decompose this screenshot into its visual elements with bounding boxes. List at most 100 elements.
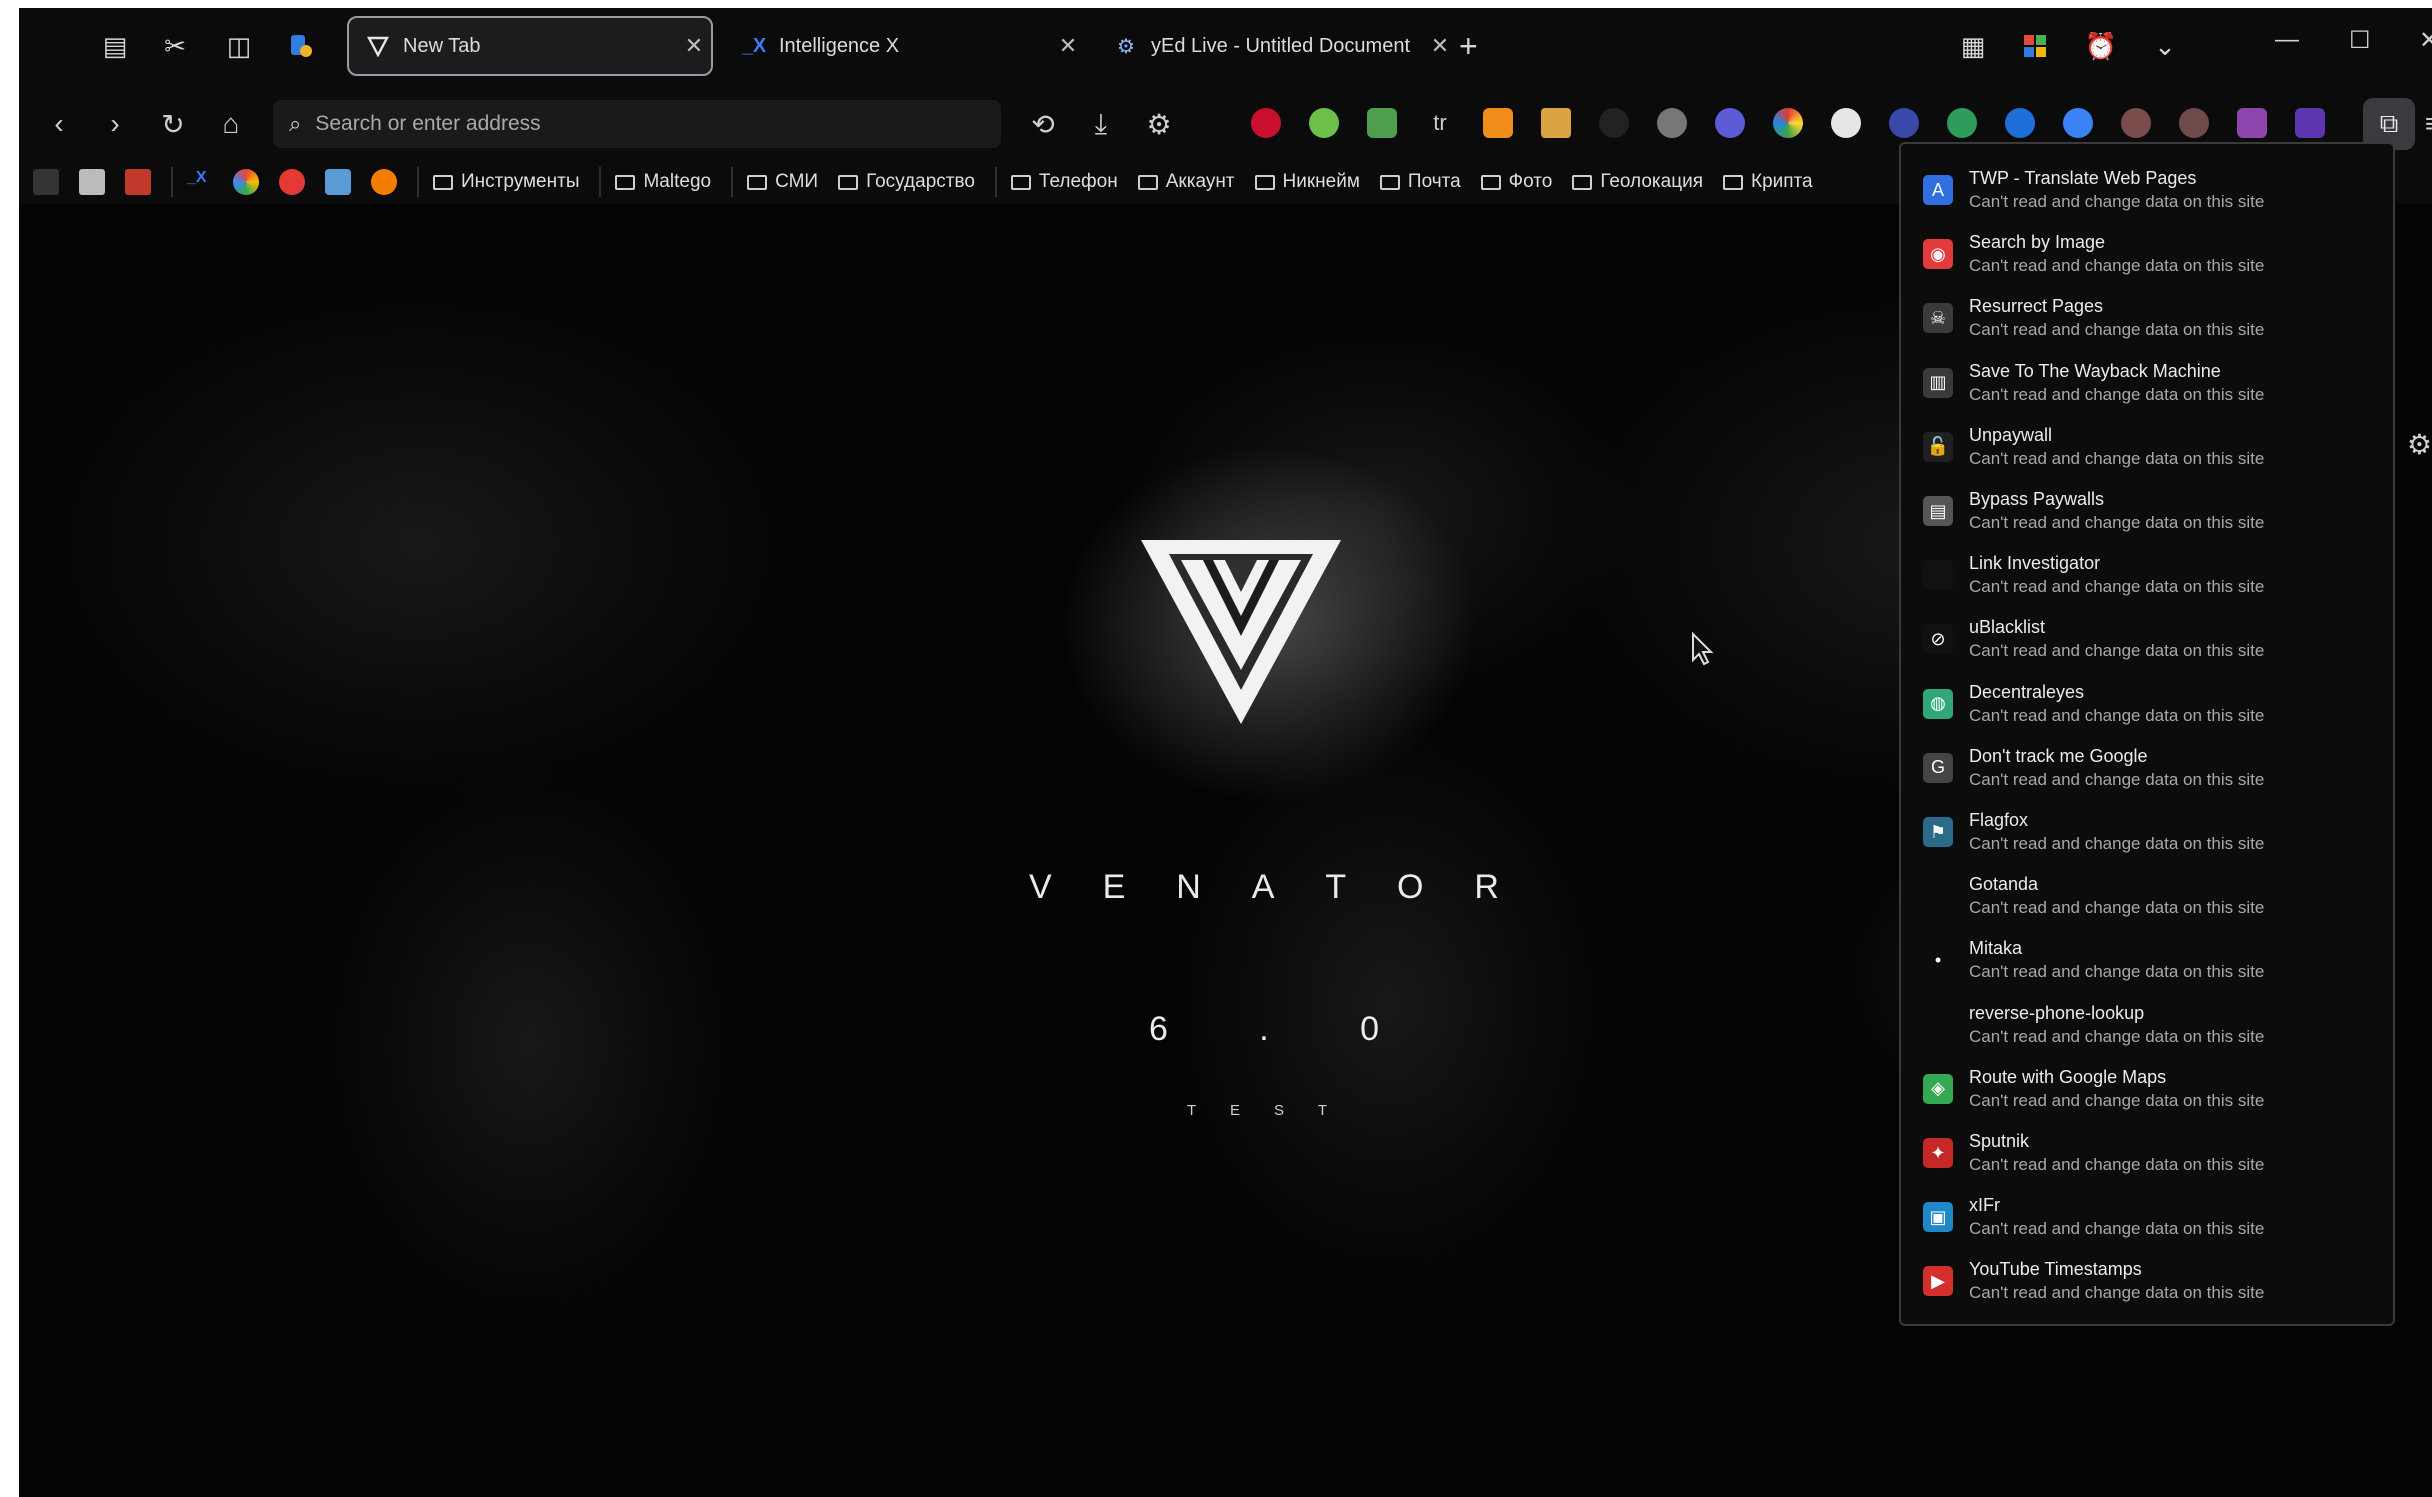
extension-sheets-icon[interactable] [1367, 108, 1397, 138]
bookmark-folder[interactable]: Инструменты [433, 171, 579, 193]
extension-item[interactable]: ▥ Save To The Wayback Machine Can't read a… [1901, 351, 2393, 415]
folder-label: Никнейм [1282, 171, 1360, 192]
extension-name: Resurrect Pages [1969, 296, 2104, 317]
bookmark-duckduckgo-icon[interactable] [371, 169, 397, 195]
alarm-clock-icon[interactable]: ⏰ [2081, 26, 2121, 66]
extension-item[interactable]: Link Investigator Can't read and change d… [1901, 543, 2393, 607]
extension-purple-ring-icon[interactable] [1715, 108, 1745, 138]
page-settings-gear-icon[interactable]: ⚙ [2407, 428, 2432, 461]
bookmark-folder[interactable]: Maltego [615, 171, 711, 193]
extension-item[interactable]: A TWP - Translate Web Pages Can't read and… [1901, 158, 2393, 222]
tab-yed-live[interactable]: ⚙ yEd Live - Untitled Document ✕ [1097, 16, 1457, 76]
hamburger-menu-icon[interactable]: ≡ [2413, 104, 2432, 144]
extension-blue-check-icon[interactable] [2005, 108, 2035, 138]
bing-copilot-icon[interactable] [281, 26, 321, 66]
extension-green-swirl-icon[interactable] [1309, 108, 1339, 138]
tab-new-tab[interactable]: New Tab ✕ [347, 16, 713, 76]
bookmark-yandex-icon[interactable] [279, 169, 305, 195]
extension-item[interactable]: ◈ Route with Google Maps Can't read and ch… [1901, 1057, 2393, 1121]
extension-item[interactable]: ▤ Bypass Paywalls Can't read and change da… [1901, 479, 2393, 543]
bookmark-intelx-icon[interactable]: _X [187, 169, 213, 195]
extension-item[interactable]: ▶ YouTube Timestamps Can't read and change… [1901, 1249, 2393, 1313]
extension-badge-icon[interactable] [2121, 108, 2151, 138]
extension-dark-icon[interactable] [1599, 108, 1629, 138]
bookmark-folder[interactable]: СМИ [747, 171, 818, 193]
extension-color-wheel-icon[interactable] [1773, 108, 1803, 138]
extension-item[interactable]: Gotanda Can't read and change data on thi… [1901, 864, 2393, 928]
extension-permission: Can't read and change data on this site [1969, 577, 2265, 597]
extension-item[interactable]: ⚑ Flagfox Can't read and change data on th… [1901, 800, 2393, 864]
bookmark-folder[interactable]: Никнейм [1254, 171, 1360, 193]
extension-item[interactable]: ☠ Resurrect Pages Can't read and change da… [1901, 286, 2393, 350]
minimize-icon[interactable]: — [2275, 26, 2299, 54]
extension-item[interactable]: ✦ Sputnik Can't read and change data on th… [1901, 1121, 2393, 1185]
bookmark-folder[interactable]: Геолокация [1572, 171, 1703, 193]
back-arrow-icon[interactable]: ‹ [39, 104, 79, 144]
bookmark-folder[interactable]: Крипта [1723, 171, 1813, 193]
extension-gray-icon[interactable] [1657, 108, 1687, 138]
extension-item[interactable]: G Don't track me Google Can't read and cha… [1901, 736, 2393, 800]
bookmark-folder[interactable]: Государство [838, 171, 975, 193]
close-tab-icon[interactable]: ✕ [677, 33, 711, 59]
extension-item[interactable]: ◉ Search by Image Can't read and change da… [1901, 222, 2393, 286]
forward-arrow-icon[interactable]: › [95, 104, 135, 144]
extension-name: Unpaywall [1969, 424, 2053, 445]
bookmark-folder[interactable]: Почта [1379, 171, 1461, 193]
bookmark-folder[interactable]: Фото [1480, 171, 1553, 193]
scissors-icon[interactable]: ✂ [155, 26, 195, 66]
extension-cluster-icon[interactable] [2179, 108, 2209, 138]
tab-title: New Tab [403, 34, 481, 57]
extension-funnel-icon[interactable] [1541, 108, 1571, 138]
close-tab-icon[interactable]: ✕ [1423, 33, 1457, 59]
new-tab-button[interactable]: + [1459, 28, 1478, 65]
extension-cube-icon[interactable] [2237, 108, 2267, 138]
ublock-origin-icon[interactable] [1251, 108, 1281, 138]
folder-icon [747, 174, 768, 190]
windows-grid-icon[interactable] [2015, 26, 2055, 66]
close-tab-icon[interactable]: ✕ [1051, 33, 1085, 59]
bookmark-google-icon[interactable] [233, 169, 259, 195]
folder-label: Геолокация [1600, 171, 1704, 192]
address-bar[interactable]: ⌕ [273, 100, 1001, 148]
close-window-icon[interactable]: ✕ [2419, 26, 2432, 55]
extension-text: Link Investigator Can't read and change d… [1969, 551, 2264, 599]
reload-icon[interactable]: ↻ [153, 104, 193, 144]
extension-blue-chevron-icon[interactable] [2063, 108, 2093, 138]
tab-intelligence-x[interactable]: _X Intelligence X ✕ [725, 16, 1085, 76]
folder-label: Фото [1508, 171, 1553, 192]
extension-item[interactable]: ◍ Decentraleyes Can't read and change data… [1901, 672, 2393, 736]
chevron-down-icon[interactable]: ⌄ [2145, 26, 2185, 66]
address-input[interactable] [313, 111, 1001, 137]
history-icon[interactable]: ⟲ [1023, 104, 1063, 144]
extension-bucket-icon[interactable] [1483, 108, 1513, 138]
extension-blue-red-icon[interactable] [1889, 108, 1919, 138]
apps-grid-icon[interactable]: ▦ [1953, 26, 1993, 66]
menu-list-icon[interactable]: ▤ [95, 26, 135, 66]
extension-item[interactable]: reverse-phone-lookup Can't read and chang… [1901, 993, 2393, 1057]
extension-green-globe-icon[interactable] [1947, 108, 1977, 138]
bookmark-folder[interactable]: Аккаунт [1137, 171, 1235, 193]
extension-text: Decentraleyes Can't read and change data … [1969, 680, 2264, 728]
translate-icon: A [1923, 175, 1953, 205]
bookmark-folder[interactable]: Телефон [1010, 171, 1118, 193]
settings-gear-icon[interactable]: ⚙ [1139, 104, 1179, 144]
sidebar-icon[interactable]: ◫ [219, 26, 259, 66]
extension-item[interactable]: 🔓 Unpaywall Can't read and change data on … [1901, 415, 2393, 479]
extension-text: Gotanda Can't read and change data on thi… [1969, 872, 2264, 920]
extension-ip-icon[interactable] [1831, 108, 1861, 138]
home-icon[interactable]: ⌂ [211, 104, 251, 144]
bookmark-mail-icon[interactable] [325, 169, 351, 195]
extension-item[interactable]: • Mitaka Can't read and change data on thi… [1901, 928, 2393, 992]
link-icon [1923, 560, 1953, 591]
maximize-icon[interactable]: ☐ [2349, 26, 2371, 55]
download-icon[interactable]: ⤓ [1081, 104, 1121, 144]
extension-tr-icon[interactable]: tr [1425, 108, 1455, 138]
bookmark-red-icon[interactable] [125, 169, 151, 195]
bookmark-s-icon[interactable] [33, 169, 59, 195]
extension-violet-icon[interactable] [2295, 108, 2325, 138]
venator-v-icon [365, 33, 391, 59]
extension-text: TWP - Translate Web Pages Can't read and … [1969, 166, 2264, 214]
extension-item[interactable]: ▣ xIFr Can't read and change data on this … [1901, 1185, 2393, 1249]
bookmark-archive-icon[interactable] [79, 169, 105, 195]
extension-item[interactable]: ⊘ uBlacklist Can't read and change data on… [1901, 607, 2393, 671]
